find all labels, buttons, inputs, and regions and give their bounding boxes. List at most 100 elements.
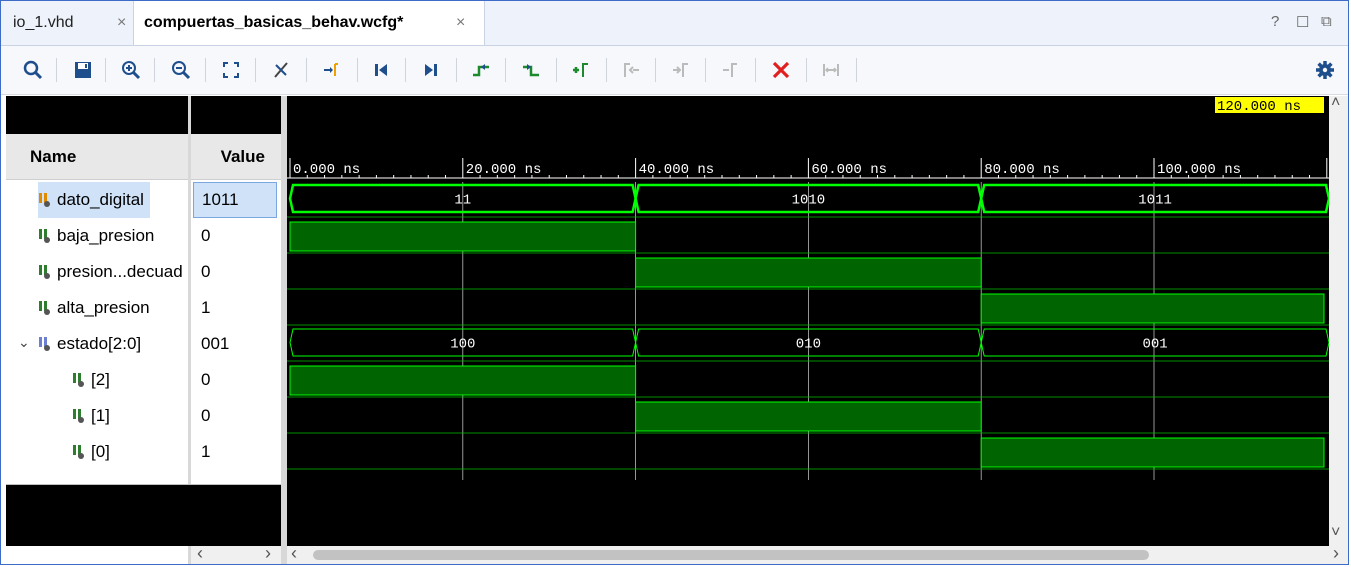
signal-value[interactable]: 0 [193, 362, 277, 398]
signal-value[interactable]: 1011 [193, 182, 277, 218]
bit-signal-icon [38, 228, 52, 244]
value-scrollbar[interactable]: ‹ › [191, 543, 281, 564]
signal-row[interactable]: alta_presion [6, 290, 188, 326]
bit-high-segment [980, 437, 1325, 468]
bus-value-label: 1011 [1138, 193, 1172, 209]
add-marker-icon[interactable] [567, 56, 595, 84]
signal-row[interactable]: dato_digital [6, 182, 188, 218]
help-icon[interactable]: ? [1271, 13, 1279, 30]
value-text: 0 [201, 406, 211, 425]
bit-signal-icon [72, 408, 86, 424]
waveform-area[interactable]: 0.000 ns 20.000 ns 40.000 ns 60.000 ns 80.00… [287, 96, 1331, 546]
signal-name: [2] [91, 370, 110, 389]
settings-icon[interactable] [1311, 56, 1339, 84]
bit-signal-icon [72, 444, 86, 460]
scroll-left-icon[interactable]: ‹ [291, 543, 297, 564]
signal-value[interactable]: 001 [193, 326, 277, 362]
go-to-end-icon[interactable] [417, 56, 445, 84]
signal-value[interactable]: 0 [193, 254, 277, 290]
time-tick-label: 40.000 ns [639, 162, 715, 178]
value-column-header[interactable]: Value [191, 134, 281, 180]
name-column-header[interactable]: Name [6, 134, 188, 180]
fit-between-icon [817, 56, 845, 84]
tab-label: io_1.vhd [13, 14, 74, 31]
signal-name: [1] [91, 406, 110, 425]
signal-row[interactable]: [2] [6, 362, 188, 398]
signal-name: [0] [91, 442, 110, 461]
signal-value[interactable]: 0 [193, 218, 277, 254]
bus-value-label: 001 [1142, 337, 1167, 353]
signal-value[interactable]: 0 [193, 398, 277, 434]
zoom-fit-icon[interactable] [217, 56, 245, 84]
signal-name: estado[2:0] [57, 334, 142, 353]
zoom-in-icon[interactable] [117, 56, 145, 84]
value-text: 0 [201, 370, 211, 389]
signal-name: alta_presion [57, 298, 150, 317]
value-text: 0 [201, 226, 211, 245]
tab-label: compuertas_basicas_behav.wcfg* [144, 14, 404, 31]
bit-high-segment [635, 401, 982, 432]
bit-signal-icon [38, 264, 52, 280]
save-icon[interactable] [69, 56, 97, 84]
scroll-right-icon[interactable]: › [1333, 543, 1339, 564]
signal-row[interactable]: baja_presion [6, 218, 188, 254]
horizontal-scrollbar[interactable]: ‹ › [287, 543, 1348, 564]
next-transition-icon[interactable] [517, 56, 545, 84]
empty-band [6, 485, 281, 546]
value-text: 1 [201, 442, 211, 461]
previous-marker-icon [617, 56, 645, 84]
close-icon[interactable]: × [456, 14, 465, 32]
scroll-down-icon[interactable]: ˅ [1331, 524, 1340, 542]
previous-transition-icon[interactable] [467, 56, 495, 84]
delete-markers-icon[interactable] [767, 56, 795, 84]
value-text: 001 [201, 334, 230, 353]
go-to-start-icon[interactable] [367, 56, 395, 84]
scroll-up-icon[interactable]: ˄ [1331, 94, 1340, 112]
search-icon[interactable] [19, 56, 47, 84]
scroll-left-icon[interactable]: ‹ [197, 543, 203, 564]
name-header-label: Name [30, 146, 77, 166]
signal-row[interactable]: presion...decuad [6, 254, 188, 290]
scroll-thumb[interactable] [313, 550, 1149, 560]
bus-value-label: 1010 [792, 193, 826, 209]
value-header-label: Value [220, 146, 265, 166]
zoom-out-icon[interactable] [167, 56, 195, 84]
value-text: 1 [201, 298, 211, 317]
signal-value[interactable]: 1 [193, 290, 277, 326]
time-tick-label: 0.000 ns [293, 162, 360, 178]
signal-row[interactable]: ⌄ estado[2:0] [6, 326, 188, 362]
time-tick-label: 80.000 ns [984, 162, 1060, 178]
bus-value-label: 11 [454, 193, 471, 209]
chevron-down-icon[interactable]: ⌄ [18, 334, 30, 351]
header-band [6, 96, 281, 134]
waveform-canvas[interactable]: 0.000 ns 20.000 ns 40.000 ns 60.000 ns 80.00… [287, 96, 1331, 546]
next-marker-icon [667, 56, 695, 84]
bit-high-segment [635, 257, 982, 288]
vertical-scrollbar[interactable]: ˄ ˅ [1329, 94, 1348, 546]
float-icon[interactable]: ⧉ [1321, 13, 1332, 30]
go-to-cursor-icon[interactable] [317, 56, 345, 84]
bit-signal-icon [72, 372, 86, 388]
cursor-snap-icon[interactable] [267, 56, 295, 84]
close-icon[interactable]: × [117, 14, 126, 32]
toolbar [1, 46, 1348, 95]
cursor-time-label: 120.000 ns [1217, 99, 1301, 115]
bit-high-segment [289, 221, 637, 252]
restore-icon[interactable]: ☐ [1296, 13, 1309, 31]
bus-value-label: 100 [450, 337, 475, 353]
time-tick-label: 100.000 ns [1157, 162, 1241, 178]
bit-high-segment [289, 365, 637, 396]
tab-io-1-vhd[interactable]: io_1.vhd × [1, 1, 145, 45]
scroll-right-icon[interactable]: › [265, 543, 271, 564]
signal-name: dato_digital [57, 190, 144, 209]
signal-row[interactable]: [0] [6, 434, 188, 470]
signal-name: baja_presion [57, 226, 155, 245]
group-signal-icon [38, 336, 52, 352]
tab-wcfg[interactable]: compuertas_basicas_behav.wcfg* × [133, 1, 485, 45]
signal-value[interactable]: 1 [193, 434, 277, 470]
time-tick-label: 60.000 ns [811, 162, 887, 178]
signal-row[interactable]: [1] [6, 398, 188, 434]
value-text: 1011 [202, 190, 239, 209]
bus-signal-icon [38, 192, 52, 208]
value-text: 0 [201, 262, 211, 281]
